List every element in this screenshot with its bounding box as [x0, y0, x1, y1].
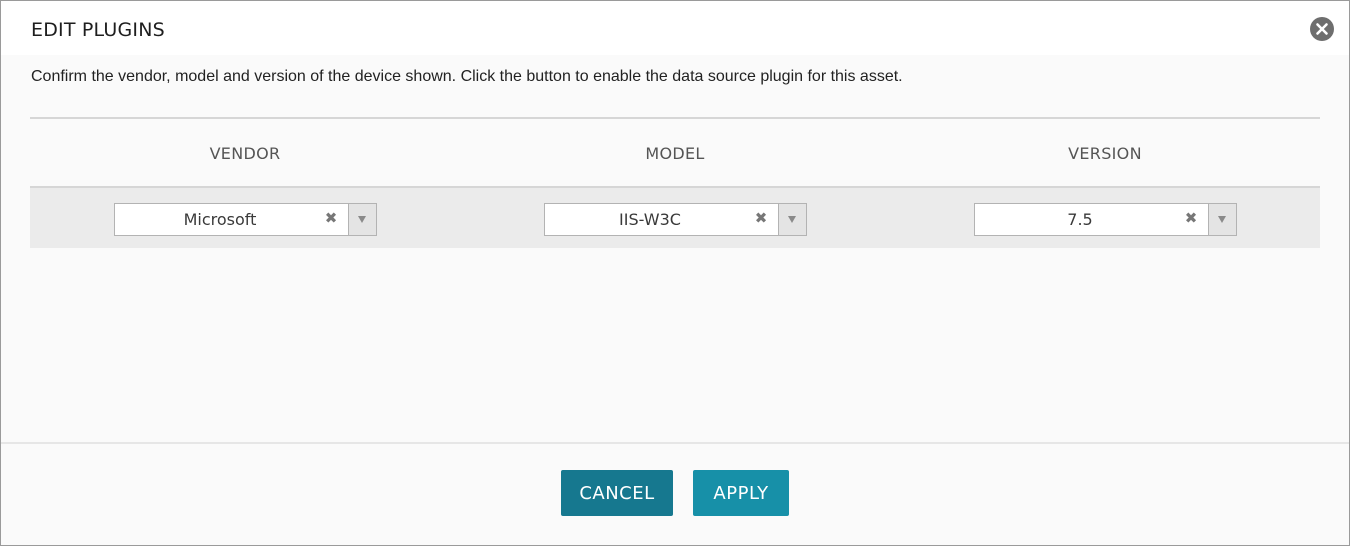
cancel-button[interactable]: CANCEL	[561, 470, 673, 516]
edit-plugins-dialog: EDIT PLUGINS Confirm the vendor, model a…	[0, 0, 1350, 546]
model-select-value: IIS-W3C	[619, 210, 681, 229]
dropdown-arrow-icon[interactable]	[778, 204, 806, 235]
table-header: VENDOR MODEL VERSION	[30, 119, 1320, 188]
clear-icon[interactable]: ✖	[749, 204, 773, 235]
apply-button[interactable]: APPLY	[693, 470, 789, 516]
version-select[interactable]: 7.5 ✖	[974, 203, 1237, 236]
vendor-cell: Microsoft ✖	[30, 188, 460, 248]
dropdown-arrow-icon[interactable]	[1208, 204, 1236, 235]
model-select[interactable]: IIS-W3C ✖	[544, 203, 807, 236]
clear-icon[interactable]: ✖	[1179, 204, 1203, 235]
clear-icon[interactable]: ✖	[319, 204, 343, 235]
column-header-version: VERSION	[1068, 144, 1142, 163]
dialog-header: EDIT PLUGINS	[1, 1, 1349, 55]
dropdown-arrow-icon[interactable]	[348, 204, 376, 235]
vendor-select[interactable]: Microsoft ✖	[114, 203, 377, 236]
plugin-table: VENDOR MODEL VERSION Microsoft ✖ IIS-W3C…	[30, 119, 1320, 248]
version-select-value: 7.5	[1067, 210, 1093, 229]
column-header-model: MODEL	[645, 144, 705, 163]
table-row: Microsoft ✖ IIS-W3C ✖ 7.5 ✖	[30, 188, 1320, 248]
vendor-select-value: Microsoft	[183, 210, 257, 229]
footer-divider	[1, 442, 1349, 444]
dialog-title: EDIT PLUGINS	[31, 19, 165, 41]
column-header-vendor: VENDOR	[209, 144, 281, 163]
close-x-glyph	[1316, 23, 1328, 35]
close-icon[interactable]	[1310, 17, 1334, 41]
version-cell: 7.5 ✖	[890, 188, 1320, 248]
dialog-description: Confirm the vendor, model and version of…	[31, 68, 903, 85]
model-cell: IIS-W3C ✖	[460, 188, 890, 248]
